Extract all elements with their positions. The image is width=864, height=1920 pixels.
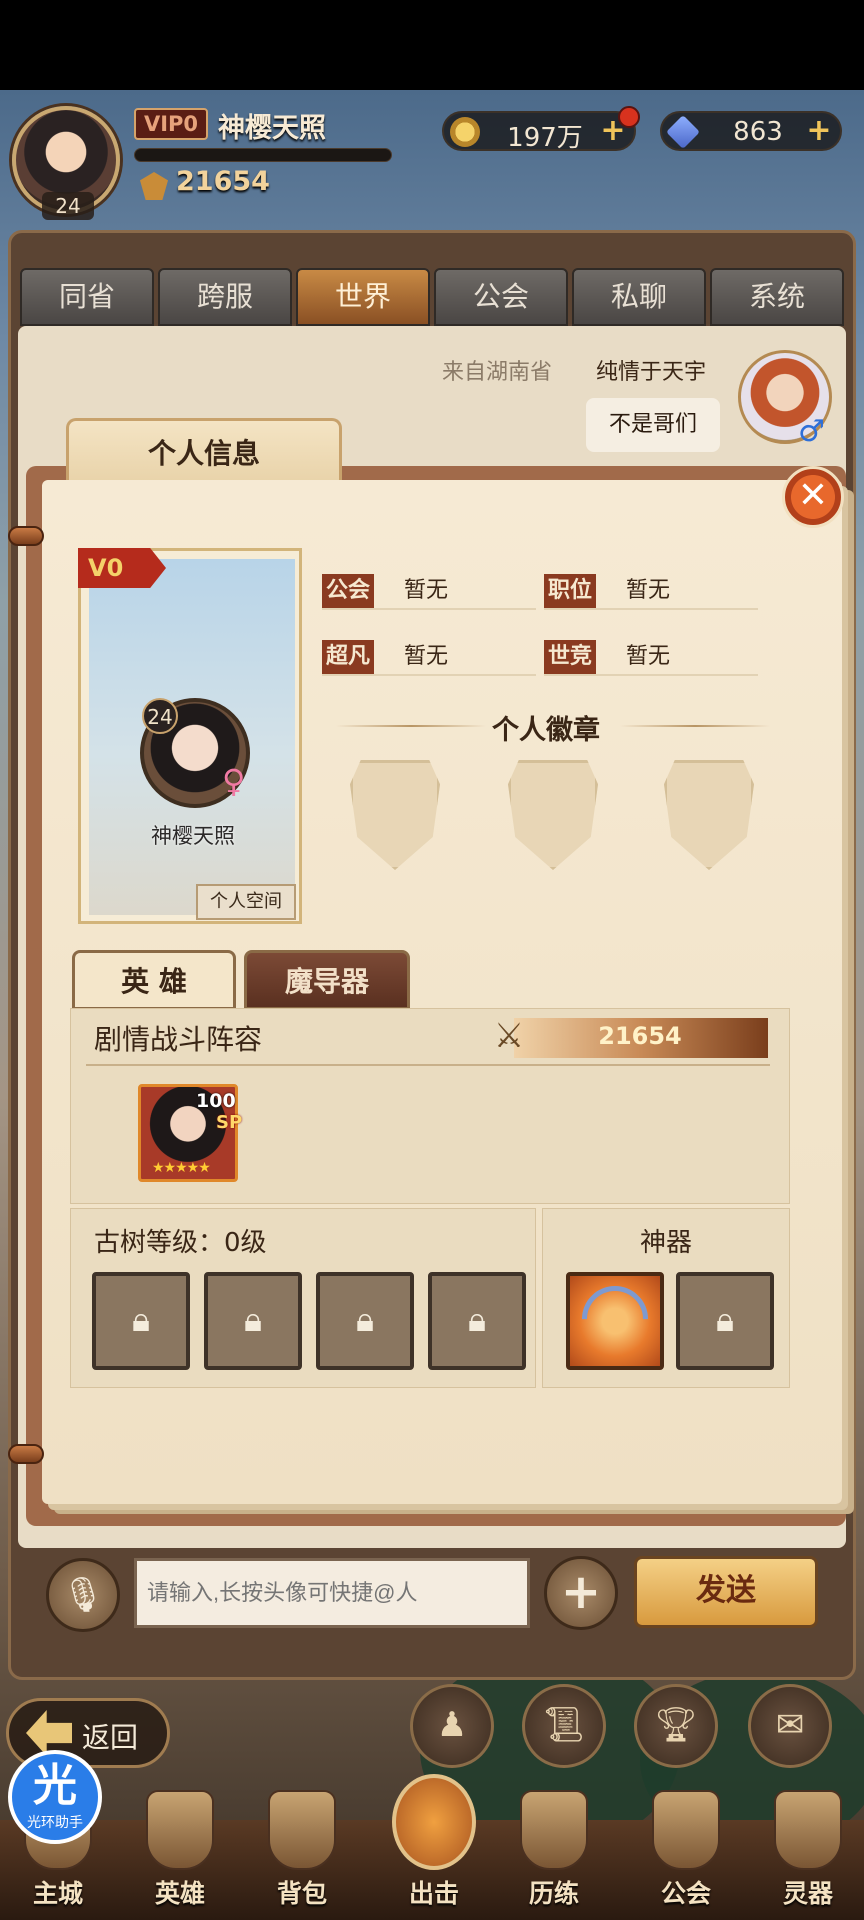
divider xyxy=(544,608,758,610)
status-bar-area xyxy=(0,0,864,90)
player-name: 神樱天照 xyxy=(218,113,326,144)
female-icon: ♀ xyxy=(222,762,246,800)
power-value: 21654 xyxy=(176,166,270,197)
lock-icon[interactable]: 🔒︎ xyxy=(316,1272,414,1370)
ancient-tree-label: 古树等级：0级 xyxy=(94,1228,267,1258)
tab-magic-device[interactable]: 魔导器 xyxy=(244,950,410,1010)
position-value: 暂无 xyxy=(626,578,671,603)
ornament-line xyxy=(620,725,770,727)
send-button[interactable]: 发送 xyxy=(634,1556,818,1628)
gold-amount: 197万 xyxy=(507,123,583,153)
diamond-icon xyxy=(666,115,700,149)
team-label: 剧情战斗阵容 xyxy=(94,1023,263,1056)
player-level: 24 xyxy=(42,192,94,220)
binder-ring-icon xyxy=(8,1444,44,1464)
tab-world[interactable]: 世界 xyxy=(296,268,430,326)
male-icon: ♂ xyxy=(798,414,825,449)
tab-system[interactable]: 系统 xyxy=(710,268,844,326)
nav-spirit[interactable]: 灵器 xyxy=(758,1790,858,1920)
back-label: 返回 xyxy=(82,1721,139,1754)
binder-ring-icon xyxy=(8,526,44,546)
hero-level: 100 xyxy=(196,1090,236,1112)
message-bubble: 不是哥们 xyxy=(586,398,720,452)
gold-currency[interactable]: 197万 + xyxy=(442,111,636,153)
message-sender[interactable]: 纯情于天宇 xyxy=(596,354,706,386)
nav-heroes[interactable]: 英雄 xyxy=(130,1790,230,1920)
team-power-value: 21654 xyxy=(598,1022,682,1050)
gem-currency[interactable]: 863 + xyxy=(660,111,842,151)
gold-coin-icon xyxy=(450,117,480,147)
vip-badge[interactable]: VIP0 xyxy=(134,108,208,140)
artifact-label: 神器 xyxy=(639,1228,692,1258)
assistant-label: 光环助手 xyxy=(27,1815,83,1831)
arena-value: 暂无 xyxy=(626,644,671,669)
vip-ribbon: V0 xyxy=(78,548,166,588)
microphone-button[interactable]: 🎙︎ xyxy=(46,1558,120,1632)
banner-icon xyxy=(652,1790,720,1870)
profile-name: 神樱天照 xyxy=(151,824,235,848)
add-button[interactable]: + xyxy=(544,1556,618,1630)
nav-training[interactable]: 历练 xyxy=(504,1790,604,1920)
profile-level: 24 xyxy=(142,698,178,734)
personal-space-button[interactable]: 个人空间 xyxy=(196,884,296,920)
friends-icon[interactable]: ♟ xyxy=(410,1684,494,1768)
lock-icon[interactable]: 🔒︎ xyxy=(92,1272,190,1370)
transcend-value: 暂无 xyxy=(404,644,449,669)
divider xyxy=(86,1064,770,1066)
nav-battle[interactable]: 出击 xyxy=(384,1774,484,1920)
guild-label: 公会 xyxy=(322,574,375,608)
chat-input[interactable] xyxy=(134,1558,530,1628)
divider xyxy=(322,608,536,610)
trophy-icon[interactable]: 🏆︎ xyxy=(634,1684,718,1768)
tab-cross-server[interactable]: 跨服 xyxy=(158,268,292,326)
divider xyxy=(544,674,758,676)
arena-label: 世竞 xyxy=(544,640,597,674)
portal-icon xyxy=(520,1790,588,1870)
battle-icon xyxy=(392,1774,476,1870)
lock-icon[interactable]: 🔒︎ xyxy=(676,1272,774,1370)
scroll-icon[interactable]: 📜︎ xyxy=(522,1684,606,1768)
helmet-icon xyxy=(146,1790,214,1870)
notification-dot xyxy=(618,106,640,128)
nav-bag[interactable]: 背包 xyxy=(252,1790,352,1920)
tab-province[interactable]: 同省 xyxy=(20,268,154,326)
nav-guild[interactable]: 公会 xyxy=(636,1790,736,1920)
guild-value: 暂无 xyxy=(404,578,449,603)
exp-bar xyxy=(134,148,392,162)
crossed-swords-icon: ⚔ xyxy=(493,1016,525,1056)
message-origin: 来自湖南省 xyxy=(442,360,553,385)
gem-amount: 863 xyxy=(733,117,783,147)
orb-icon xyxy=(774,1790,842,1870)
position-label: 职位 xyxy=(544,574,597,608)
backpack-icon xyxy=(268,1790,336,1870)
tab-guild[interactable]: 公会 xyxy=(434,268,568,326)
tab-heroes[interactable]: 英 雄 xyxy=(72,950,236,1010)
lock-icon[interactable]: 🔒︎ xyxy=(204,1272,302,1370)
divider xyxy=(322,674,536,676)
add-gem-icon[interactable]: + xyxy=(804,116,834,147)
profile-tab-title: 个人信息 xyxy=(66,418,342,486)
badge-section-title: 个人徽章 xyxy=(492,715,600,746)
transcend-label: 超凡 xyxy=(322,640,375,674)
mail-icon[interactable]: ✉ xyxy=(748,1684,832,1768)
hero-grade: SP xyxy=(216,1112,243,1133)
close-button[interactable]: ✕ xyxy=(782,466,844,528)
lock-icon[interactable]: 🔒︎ xyxy=(428,1272,526,1370)
ornament-line xyxy=(336,725,486,727)
tab-private[interactable]: 私聊 xyxy=(572,268,706,326)
hero-stars: ★★★★★ xyxy=(152,1160,211,1176)
